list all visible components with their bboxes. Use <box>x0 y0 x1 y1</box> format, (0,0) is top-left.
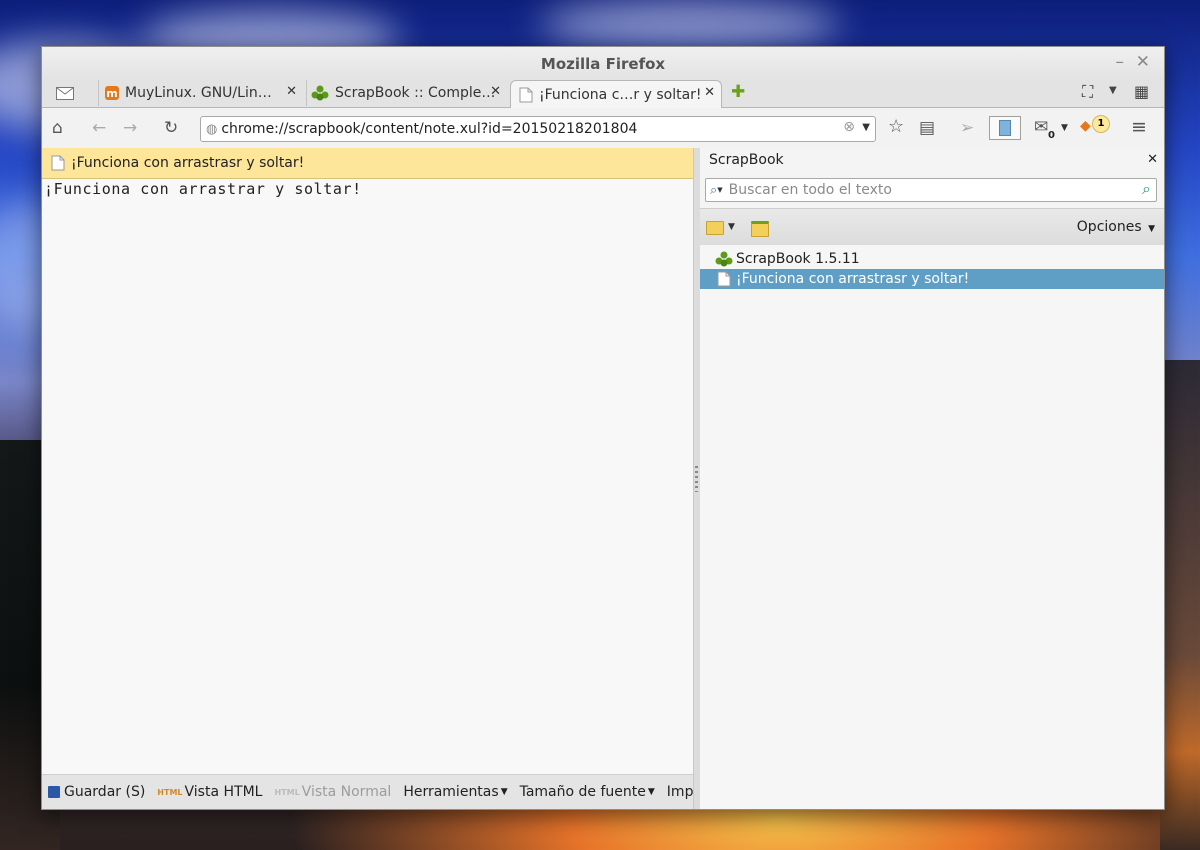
font-size-menu-button[interactable]: Tamaño de fuente ▼ <box>520 784 655 800</box>
minimize-button[interactable]: – <box>1116 52 1125 72</box>
globe-icon: ◍ <box>206 121 218 137</box>
scrapbook-sidebar: ScrapBook ✕ ⌕ ▼ ⌕ ▼ Opciones ▼ <box>700 148 1164 809</box>
sidebar-toggle-icon[interactable] <box>989 116 1021 140</box>
view-normal-button[interactable]: HTML Vista Normal <box>274 784 391 800</box>
tree-item-root[interactable]: ScrapBook 1.5.11 <box>700 249 1164 269</box>
tree-item-note[interactable]: ¡Funciona con arrastrasr y soltar! <box>700 269 1164 289</box>
search-icon[interactable]: ⌕ <box>1142 179 1151 199</box>
note-toolbar: Guardar (S) HTML Vista HTML HTML Vista N… <box>42 774 693 809</box>
html-icon: HTML <box>274 787 300 797</box>
tree-item-label: ¡Funciona con arrastrasr y soltar! <box>736 271 970 287</box>
print-button[interactable]: Imprimir <box>667 784 693 800</box>
note-title-bar: ¡Funciona con arrastrasr y soltar! <box>42 148 693 179</box>
tab-label: MuyLinux. GNU/Lin… <box>125 85 272 101</box>
floppy-disk-icon <box>48 786 60 798</box>
new-tab-icon[interactable]: ✚ <box>731 82 745 102</box>
html-icon: HTML <box>157 787 183 797</box>
search-input[interactable] <box>726 181 1121 199</box>
send-icon[interactable]: ➢ <box>960 118 974 138</box>
tools-menu-button[interactable]: Herramientas ▼ <box>403 784 507 800</box>
tab-label: ScrapBook :: Comple… <box>335 85 496 101</box>
tab-label: ¡Funciona c…r y soltar! <box>539 87 702 103</box>
new-folder-chevron-icon[interactable]: ▼ <box>728 222 735 232</box>
window-title: Mozilla Firefox <box>540 55 666 73</box>
clear-url-icon[interactable]: ⊗ <box>843 119 855 135</box>
firefox-window: Mozilla Firefox – ✕ m MuyLinux. GNU/Lin…… <box>41 46 1165 810</box>
mail-count-badge: 0 <box>1048 130 1055 141</box>
fox-addon-icon[interactable]: ◆ <box>1080 118 1091 134</box>
search-mode-icon[interactable]: ⌕ <box>710 183 717 198</box>
close-tab-icon[interactable]: ✕ <box>490 84 501 99</box>
tab-note[interactable]: ¡Funciona c…r y soltar! ✕ <box>510 80 722 109</box>
tab-strip: m MuyLinux. GNU/Lin… ✕ ScrapBook :: Comp… <box>42 79 1164 109</box>
sidebar-title: ScrapBook <box>709 152 784 168</box>
view-html-button[interactable]: HTML Vista HTML <box>157 784 262 800</box>
options-label: Opciones <box>1076 219 1142 235</box>
content-area: ¡Funciona con arrastrasr y soltar! ¡Func… <box>42 148 1164 809</box>
url-history-chevron-icon[interactable]: ▼ <box>862 122 870 133</box>
save-label: Guardar (S) <box>64 784 146 800</box>
bookmark-star-icon[interactable]: ☆ <box>888 116 904 137</box>
tree-item-label: ScrapBook 1.5.11 <box>736 251 860 267</box>
title-bar[interactable]: Mozilla Firefox – ✕ <box>42 47 1164 79</box>
font-size-label: Tamaño de fuente <box>519 784 646 800</box>
note-title: ¡Funciona con arrastrasr y soltar! <box>71 155 305 171</box>
search-box[interactable]: ⌕ ▼ ⌕ <box>705 178 1157 202</box>
tab-groups-icon[interactable]: ⛶ <box>1082 82 1093 102</box>
tab-muylinux[interactable]: m MuyLinux. GNU/Lin… ✕ <box>98 80 303 106</box>
sidebar-header: ScrapBook ✕ <box>700 148 1164 174</box>
mail-chevron-icon[interactable]: ▼ <box>1061 123 1068 133</box>
page-icon <box>51 155 65 171</box>
tab-scrapbook[interactable]: ScrapBook :: Comple… ✕ <box>306 80 507 106</box>
forward-arrow-icon[interactable]: → <box>123 118 137 138</box>
back-arrow-icon[interactable]: ← <box>92 118 106 138</box>
save-button[interactable]: Guardar (S) <box>48 784 145 800</box>
tools-label: Herramientas <box>403 784 499 800</box>
close-window-button[interactable]: ✕ <box>1136 52 1150 72</box>
view-html-label: Vista HTML <box>184 784 263 800</box>
tab-overview-icon[interactable]: ▦ <box>1134 82 1149 101</box>
url-bar[interactable]: ◍ chrome://scrapbook/content/note.xul?id… <box>200 116 876 142</box>
page-icon <box>717 271 731 287</box>
url-text[interactable]: chrome://scrapbook/content/note.xul?id=2… <box>221 121 637 137</box>
fox-count-badge: 1 <box>1092 115 1110 133</box>
view-normal-label: Vista Normal <box>301 784 392 800</box>
open-folder-icon[interactable] <box>751 221 769 237</box>
bookmarks-list-icon[interactable]: ▤ <box>919 118 935 138</box>
reload-icon[interactable]: ↻ <box>164 118 178 138</box>
menu-hamburger-icon[interactable]: ≡ <box>1131 116 1147 138</box>
scrapbook-puzzle-icon <box>311 85 329 101</box>
sidebar-toolbar: ▼ Opciones ▼ <box>700 208 1164 246</box>
chevron-down-icon: ▼ <box>1148 224 1155 234</box>
close-tab-icon[interactable]: ✕ <box>704 85 715 100</box>
note-editor[interactable]: ¡Funciona con arrastrar y soltar! <box>42 179 693 199</box>
chevron-down-icon: ▼ <box>647 787 655 797</box>
new-folder-icon[interactable] <box>706 221 724 235</box>
desktop-foreground-right <box>1160 360 1200 850</box>
home-icon[interactable]: ⌂ <box>52 118 63 138</box>
list-tabs-chevron-icon[interactable]: ▼ <box>1109 85 1117 96</box>
chevron-down-icon: ▼ <box>500 787 508 797</box>
close-sidebar-icon[interactable]: ✕ <box>1147 152 1158 167</box>
options-menu-button[interactable]: Opciones ▼ <box>1077 219 1155 235</box>
navigation-toolbar: ⌂ ← → ↻ ◍ chrome://scrapbook/content/not… <box>42 108 1164 149</box>
mail-notifier-icon[interactable]: ✉ <box>1034 117 1048 137</box>
search-mode-chevron-icon[interactable]: ▼ <box>717 186 722 194</box>
scrapbook-tree: ScrapBook 1.5.11 ¡Funciona con arrastras… <box>700 245 1164 809</box>
scrapbook-puzzle-icon <box>715 251 733 267</box>
page-icon <box>519 87 533 103</box>
mail-icon <box>56 86 74 100</box>
splitter-grip[interactable] <box>695 466 698 492</box>
close-tab-icon[interactable]: ✕ <box>286 84 297 99</box>
muylinux-logo-icon: m <box>105 86 119 100</box>
print-label: Imprimir <box>666 784 693 800</box>
note-pane: ¡Funciona con arrastrasr y soltar! ¡Func… <box>42 148 693 809</box>
tab-mail[interactable] <box>56 80 94 106</box>
